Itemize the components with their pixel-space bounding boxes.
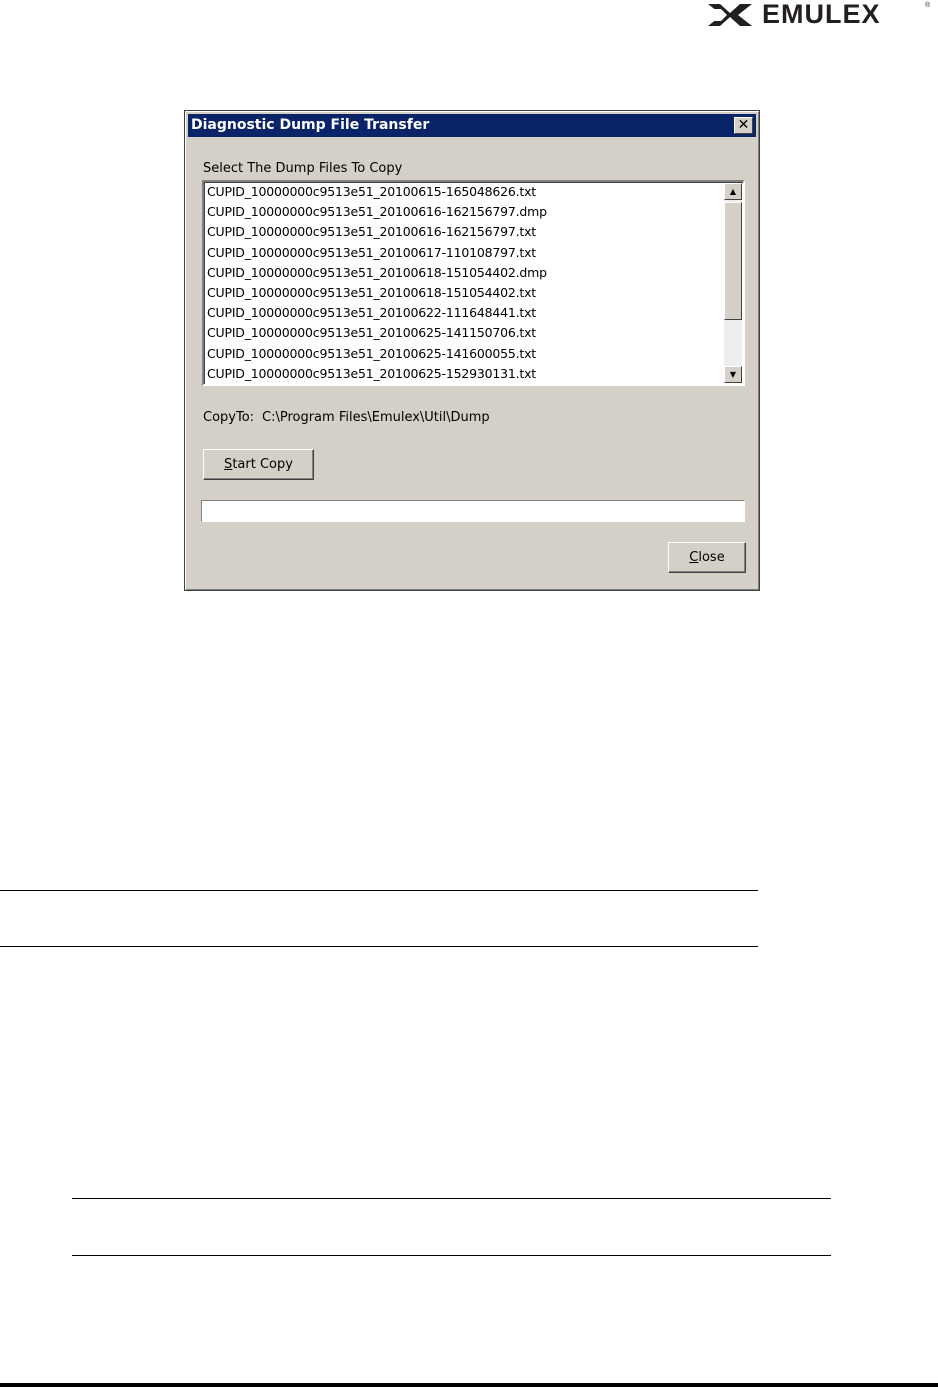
list-item[interactable]: CUPID_10000000c9513e51_20100625-15293013… [207, 364, 723, 384]
logo-wordmark: EMULEX [762, 0, 881, 29]
list-item[interactable]: CUPID_10000000c9513e51_20100617-11010879… [207, 243, 723, 263]
divider-rule [72, 1255, 831, 1256]
page-bottom-rule [0, 1383, 938, 1387]
emulex-logo-mark-icon [708, 4, 752, 26]
close-label: lose [698, 550, 725, 565]
list-item[interactable]: CUPID_10000000c9513e51_20100615-16504862… [207, 182, 723, 202]
list-item[interactable]: CUPID_10000000c9513e51_20100616-16215679… [207, 202, 723, 222]
dialog-titlebar: Diagnostic Dump File Transfer ✕ [188, 114, 756, 137]
list-item[interactable]: CUPID_10000000c9513e51_20100618-15105440… [207, 263, 723, 283]
select-files-label: Select The Dump Files To Copy [203, 161, 403, 176]
registered-mark: ® [925, 2, 931, 9]
list-item[interactable]: CUPID_10000000c9513e51_20100616-16215679… [207, 222, 723, 242]
list-item[interactable]: CUPID_10000000c9513e51_20100618-15105440… [207, 283, 723, 303]
dump-file-transfer-dialog: Diagnostic Dump File Transfer ✕ Select T… [184, 110, 760, 591]
scroll-up-arrow-icon[interactable]: ▲ [724, 183, 742, 200]
divider-rule [0, 946, 758, 947]
list-item[interactable]: CUPID_10000000c9513e51_20100622-11164844… [207, 303, 723, 323]
list-item[interactable]: CUPID_10000000c9513e51_20100625-14115070… [207, 323, 723, 343]
file-list: CUPID_10000000c9513e51_20100615-16504862… [207, 182, 723, 384]
close-button[interactable]: Close [668, 542, 746, 573]
scrollbar-thumb[interactable] [724, 202, 742, 320]
copy-to-path: C:\Program Files\Emulex\Util\Dump [262, 410, 490, 425]
divider-rule [0, 890, 758, 891]
dump-files-listbox[interactable]: CUPID_10000000c9513e51_20100615-16504862… [202, 180, 745, 386]
close-mnemonic: C [689, 550, 699, 565]
scroll-down-arrow-icon[interactable]: ▼ [724, 366, 742, 383]
copy-progress-bar [201, 500, 745, 522]
start-copy-label: tart Copy [232, 457, 293, 472]
close-icon[interactable]: ✕ [734, 117, 753, 134]
list-item[interactable]: CUPID_10000000c9513e51_20100625-14160005… [207, 344, 723, 364]
copy-to-label: CopyTo: [203, 410, 255, 425]
divider-rule [72, 1198, 831, 1199]
dialog-title: Diagnostic Dump File Transfer [191, 117, 430, 133]
vertical-scrollbar[interactable]: ▲ ▼ [724, 183, 742, 383]
emulex-logo: EMULEX ® [706, 0, 932, 30]
start-copy-button[interactable]: Start Copy [203, 449, 314, 480]
